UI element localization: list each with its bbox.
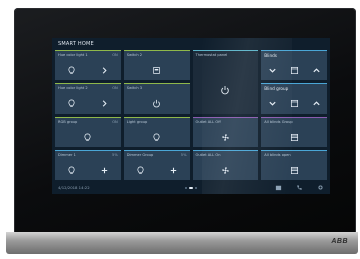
bulb-icon[interactable] — [152, 133, 161, 142]
tile-label: Blind group — [264, 86, 289, 92]
tile-label: Switch 2 — [126, 53, 143, 57]
tile-controls — [124, 166, 190, 175]
tile-thermostat[interactable]: Thermostat panel — [192, 50, 259, 114]
touch-screen: SMART HOME Hue color light 1 ON Switch 2… — [52, 38, 330, 194]
tile-label: Dimmer 1 — [58, 152, 76, 157]
chevron-down-icon[interactable] — [268, 66, 277, 75]
tile-label: RGB group — [58, 119, 78, 124]
tile-controls — [261, 166, 327, 175]
plus-icon[interactable] — [169, 166, 178, 175]
tile-dimmer-1[interactable]: Dimmer 1 5% — [55, 149, 121, 180]
page-dot — [185, 187, 187, 189]
tile-label: Hue color light 1 — [58, 53, 88, 57]
tile-label: Blinds — [264, 53, 277, 58]
tile-controls — [193, 166, 259, 175]
tile-controls — [55, 66, 121, 75]
tile-label: All blinds Group — [264, 119, 293, 124]
tile-all-blinds-open[interactable]: All blinds open — [261, 149, 327, 180]
tile-switch-2[interactable]: Switch 2 — [123, 50, 190, 81]
bulb-icon[interactable] — [136, 166, 145, 175]
tile-all-blinds-group[interactable]: All blinds Group — [261, 116, 327, 147]
bulb-icon[interactable] — [83, 133, 92, 142]
settings-icon[interactable] — [317, 184, 324, 191]
bulb-icon[interactable] — [67, 99, 76, 108]
panel-frame-bottom — [6, 232, 358, 254]
tile-value: 5% — [112, 152, 118, 157]
fan-icon[interactable] — [221, 133, 230, 142]
page-dot — [195, 187, 197, 189]
page-title: SMART HOME — [58, 41, 94, 47]
page-dot-active — [189, 187, 193, 189]
tile-label: Hue color light 2 — [58, 86, 88, 91]
power-icon[interactable] — [220, 85, 230, 95]
bulb-icon[interactable] — [67, 66, 76, 75]
status-icons — [275, 184, 324, 191]
tile-hue-light-1[interactable]: Hue color light 1 ON — [55, 50, 121, 81]
tile-value: ON — [112, 86, 118, 91]
tile-light-group[interactable]: Light group — [123, 116, 190, 147]
tile-value: ON — [112, 53, 118, 57]
tile-outlet-all-on[interactable]: Outlet ALL On — [192, 149, 259, 180]
tile-blinds[interactable]: Blinds — [261, 50, 327, 81]
status-bar: 4/12/2018 14:22 — [52, 183, 330, 194]
status-datetime: 4/12/2018 14:22 — [58, 185, 90, 190]
tile-value: ON — [112, 119, 118, 124]
tile-label: Dimmer Group — [126, 152, 154, 157]
chevron-up-icon[interactable] — [312, 99, 321, 108]
phone-icon[interactable] — [296, 184, 303, 191]
tile-blind-group[interactable]: Blind group — [261, 83, 327, 114]
tile-label: Thermostat panel — [195, 53, 228, 57]
tile-controls — [261, 99, 327, 108]
page-indicator[interactable] — [185, 187, 197, 189]
tile-label: Light group — [126, 119, 148, 124]
tile-controls — [261, 133, 327, 142]
tile-controls — [55, 133, 121, 142]
tile-controls — [261, 66, 327, 75]
tile-hue-light-2[interactable]: Hue color light 2 ON — [55, 83, 121, 114]
window-icon[interactable] — [290, 133, 299, 142]
tile-controls — [193, 133, 259, 142]
tile-controls — [124, 99, 190, 108]
brand-logo: ABB — [331, 238, 348, 245]
tile-switch-3[interactable]: Switch 3 — [123, 83, 190, 114]
tile-dimmer-group[interactable]: Dimmer Group 5% — [123, 149, 190, 180]
tile-label: Switch 3 — [126, 86, 143, 91]
switch-icon[interactable] — [152, 66, 161, 75]
tile-controls — [55, 99, 121, 108]
chevron-up-icon[interactable] — [312, 66, 321, 75]
tile-controls — [124, 133, 190, 142]
home-icon[interactable] — [275, 184, 282, 191]
chevron-down-icon[interactable] — [268, 99, 277, 108]
tile-label: All blinds open — [264, 152, 291, 157]
tile-grid: Hue color light 1 ON Switch 2 Thermostat… — [55, 50, 327, 180]
bulb-icon[interactable] — [67, 166, 76, 175]
window-icon[interactable] — [290, 66, 299, 75]
power-icon[interactable] — [152, 99, 161, 108]
fan-icon[interactable] — [221, 166, 230, 175]
tile-rgb-group[interactable]: RGB group ON — [55, 116, 121, 147]
window-icon[interactable] — [290, 166, 299, 175]
tile-outlet-all-off[interactable]: Outlet ALL Off — [192, 116, 259, 147]
plus-icon[interactable] — [100, 166, 109, 175]
tile-controls — [124, 66, 190, 75]
tile-label: Outlet ALL On — [195, 152, 221, 157]
chevron-right-icon[interactable] — [100, 99, 109, 108]
window-icon[interactable] — [290, 99, 299, 108]
tile-controls — [55, 166, 121, 175]
tile-value: 5% — [180, 152, 187, 157]
tile-label: Outlet ALL Off — [195, 119, 221, 124]
chevron-right-icon[interactable] — [100, 66, 109, 75]
